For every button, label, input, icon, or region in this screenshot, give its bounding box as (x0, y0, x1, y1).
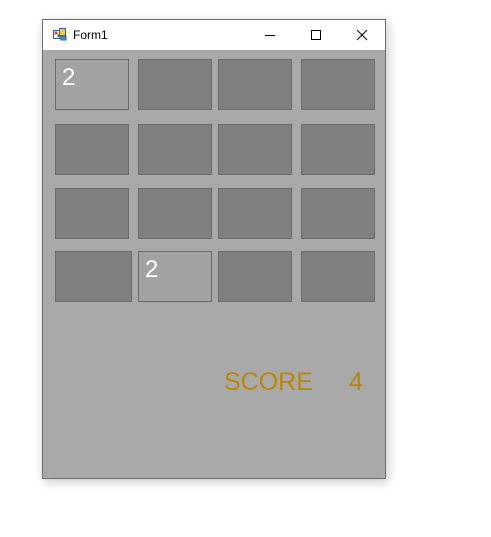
window-title: Form1 (73, 28, 108, 42)
score-label: SCORE (224, 368, 313, 396)
tile-r2-c1 (138, 188, 212, 239)
tile-r1-c0 (55, 124, 129, 175)
tile-r3-c0 (55, 251, 132, 302)
tile-r0-c2 (218, 59, 292, 110)
minimize-icon (265, 35, 275, 36)
tile-r0-c1 (138, 59, 212, 110)
tile-r1-c3 (301, 124, 375, 175)
tile-r2-c0 (55, 188, 129, 239)
tile-r0-c0: 2 (55, 59, 129, 110)
tile-r2-c3 (301, 188, 375, 239)
maximize-icon (311, 30, 321, 40)
close-icon (356, 29, 368, 41)
tile-r1-c2 (218, 124, 292, 175)
tile-r3-c1: 2 (138, 251, 212, 302)
tile-r3-c2 (218, 251, 292, 302)
tile-r0-c3 (301, 59, 375, 110)
score-value: 4 (349, 368, 363, 396)
tile-r1-c1 (138, 124, 212, 175)
minimize-button[interactable] (247, 20, 293, 50)
game-area[interactable]: 2 2 SCORE 4 (43, 50, 385, 478)
app-icon[interactable] (53, 27, 67, 41)
app-window: Form1 2 2 SCORE 4 (42, 19, 386, 479)
title-bar[interactable]: Form1 (43, 20, 385, 50)
close-button[interactable] (339, 20, 385, 50)
tile-r3-c3 (301, 251, 375, 302)
maximize-button[interactable] (293, 20, 339, 50)
tile-r2-c2 (218, 188, 292, 239)
